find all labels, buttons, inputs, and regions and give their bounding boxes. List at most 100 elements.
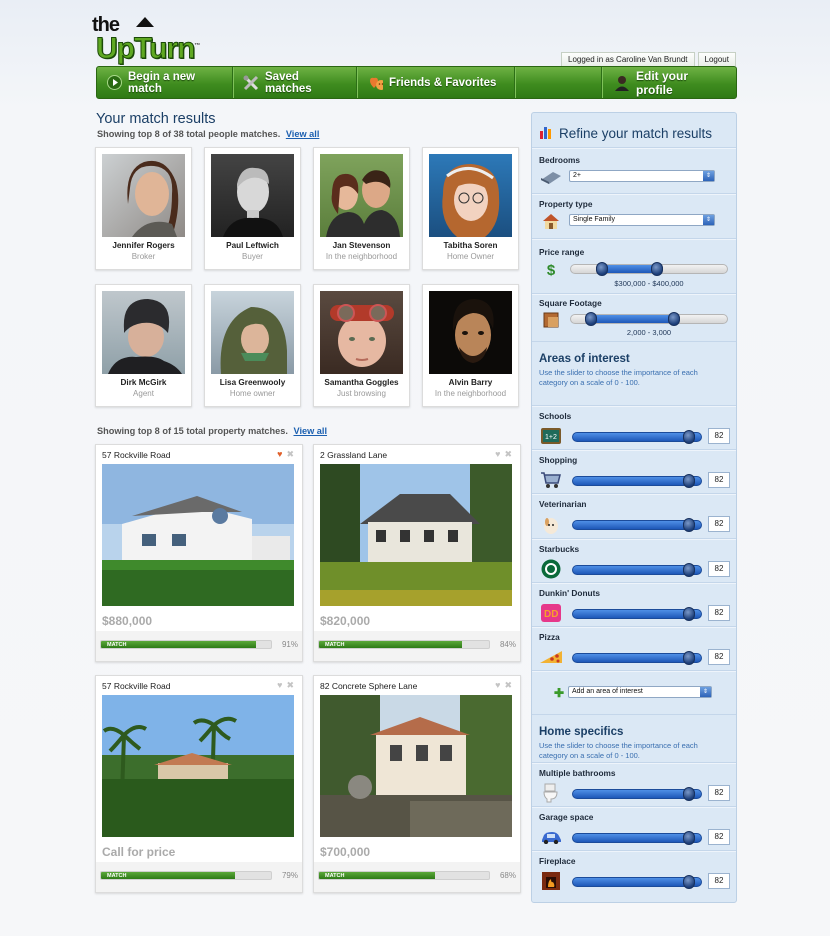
property-price: $820,000	[320, 614, 371, 628]
close-icon[interactable]: ✖	[504, 680, 512, 691]
interest-slider[interactable]	[572, 430, 702, 444]
interest-value[interactable]: 82	[708, 649, 730, 665]
people-view-all-link[interactable]: View all	[286, 129, 320, 139]
person-card[interactable]: Alvin Barry In the neighborhood	[422, 284, 519, 407]
heart-icon[interactable]: ♥	[277, 680, 282, 691]
match-footer: MATCH 68%	[314, 862, 520, 892]
person-card[interactable]: Lisa Greenwooly Home owner	[204, 284, 301, 407]
heart-icon[interactable]: ♥	[495, 680, 500, 691]
interest-value[interactable]: 82	[708, 472, 730, 488]
chevron-down-icon: ⇕	[700, 687, 711, 697]
fireplace-icon	[540, 870, 562, 892]
price-max-handle[interactable]	[650, 262, 663, 276]
heart-icon[interactable]: ♥	[277, 449, 282, 460]
bed-icon	[540, 166, 562, 188]
person-card[interactable]: Samantha Goggles Just browsing	[313, 284, 410, 407]
add-area-select[interactable]: Add an area of interest ⇕	[568, 686, 712, 698]
close-icon[interactable]: ✖	[504, 449, 512, 460]
person-photo	[429, 154, 512, 237]
square-footage-slider[interactable]	[570, 312, 728, 326]
interest-slider-handle[interactable]	[683, 430, 696, 444]
interest-label: Veterinarian	[539, 499, 587, 509]
bedrooms-filter: Bedrooms 2+ ⇕	[532, 147, 736, 193]
home-specific-value[interactable]: 82	[708, 785, 730, 801]
match-bar: MATCH	[100, 871, 272, 880]
home-specific-slider[interactable]	[572, 831, 702, 845]
property-photo	[320, 464, 512, 606]
property-card[interactable]: 57 Rockville Road ♥ ✖ Call for price MATC…	[95, 675, 303, 893]
home-specific-slider-handle[interactable]	[683, 831, 696, 845]
interest-row: Starbucks 82	[532, 538, 736, 582]
interest-slider[interactable]	[572, 563, 702, 577]
upturn-logo[interactable]: the UpTurn™	[92, 14, 222, 66]
interest-label: Shopping	[539, 455, 578, 465]
match-footer: MATCH 91%	[96, 631, 302, 661]
property-price: Call for price	[102, 845, 176, 859]
interest-slider-handle[interactable]	[683, 607, 696, 621]
match-bar-fill: MATCH	[319, 872, 435, 879]
interest-value[interactable]: 82	[708, 605, 730, 621]
interest-label: Schools	[539, 411, 572, 421]
interest-value[interactable]: 82	[708, 561, 730, 577]
plus-icon[interactable]: ✚	[554, 686, 564, 700]
nav-begin-match[interactable]: Begin a new match	[97, 67, 233, 98]
home-specific-slider-handle[interactable]	[683, 787, 696, 801]
shopping-cart-icon	[540, 469, 562, 491]
square-footage-value: 2,000 - 3,000	[626, 328, 672, 337]
person-role: In the neighborhood	[325, 252, 398, 261]
interest-row: Shopping 82	[532, 449, 736, 493]
interest-slider-handle[interactable]	[683, 474, 696, 488]
person-card[interactable]: Jan Stevenson In the neighborhood	[313, 147, 410, 270]
interest-slider[interactable]	[572, 518, 702, 532]
person-name: Jan Stevenson	[332, 241, 391, 250]
person-card[interactable]: Dirk McGirk Agent	[95, 284, 192, 407]
person-card[interactable]: Jennifer Rogers Broker	[95, 147, 192, 270]
interest-slider-handle[interactable]	[683, 518, 696, 532]
home-specific-value[interactable]: 82	[708, 829, 730, 845]
match-percent: 68%	[499, 871, 516, 880]
interest-slider[interactable]	[572, 607, 702, 621]
price-range-slider[interactable]	[570, 262, 728, 276]
price-min-handle[interactable]	[596, 262, 609, 276]
person-name: Samantha Goggles	[324, 378, 399, 387]
person-photo	[102, 154, 185, 237]
home-specific-slider[interactable]	[572, 787, 702, 801]
close-icon[interactable]: ✖	[286, 449, 294, 460]
property-card[interactable]: 2 Grassland Lane ♥ ✖ $820,000 MATCH 84%	[313, 444, 521, 662]
price-range-value: $300,000 - $400,000	[614, 279, 684, 288]
home-specific-slider[interactable]	[572, 875, 702, 889]
interest-value[interactable]: 82	[708, 428, 730, 444]
nav-friends-favorites[interactable]: Friends & Favorites	[357, 67, 515, 98]
heart-icon[interactable]: ♥	[495, 449, 500, 460]
interest-slider[interactable]	[572, 651, 702, 665]
person-card[interactable]: Paul Leftwich Buyer	[204, 147, 301, 270]
property-card[interactable]: 57 Rockville Road ♥ ✖ $880,000 MATCH 91%	[95, 444, 303, 662]
interest-value[interactable]: 82	[708, 516, 730, 532]
areas-title: Areas of interest	[539, 353, 630, 365]
interest-slider-handle[interactable]	[683, 651, 696, 665]
match-footer: MATCH 84%	[314, 631, 520, 661]
property-view-all-link[interactable]: View all	[293, 426, 327, 436]
home-specific-value[interactable]: 82	[708, 873, 730, 889]
sqft-min-handle[interactable]	[585, 312, 598, 326]
match-bar-fill: MATCH	[101, 641, 256, 648]
bedrooms-select[interactable]: 2+ ⇕	[569, 170, 715, 182]
person-card[interactable]: Tabitha Soren Home Owner	[422, 147, 519, 270]
home-specific-slider-handle[interactable]	[683, 875, 696, 889]
square-footage-filter: Square Footage 2,000 - 3,000	[532, 293, 736, 341]
match-bar-fill: MATCH	[101, 872, 236, 879]
interest-row: Schools 1+2 82	[532, 405, 736, 449]
close-icon[interactable]: ✖	[286, 680, 294, 691]
interest-slider[interactable]	[572, 474, 702, 488]
nav-saved-matches[interactable]: Saved matches	[233, 67, 357, 98]
logout-link[interactable]: Logout	[697, 52, 736, 66]
main-nav: Begin a new match Saved matches Friends …	[96, 66, 737, 99]
nav-edit-profile[interactable]: Edit your profile	[602, 67, 736, 98]
person-name: Dirk McGirk	[120, 378, 167, 387]
property-type-select[interactable]: Single Family ⇕	[569, 214, 715, 226]
sqft-max-handle[interactable]	[667, 312, 680, 326]
property-card[interactable]: 82 Concrete Sphere Lane ♥ ✖ $700,000 MATC…	[313, 675, 521, 893]
interest-slider-handle[interactable]	[683, 563, 696, 577]
areas-description: Use the slider to choose the importance …	[539, 368, 698, 387]
user-bar: Logged in as Caroline Van Brundt Logout	[561, 52, 736, 66]
